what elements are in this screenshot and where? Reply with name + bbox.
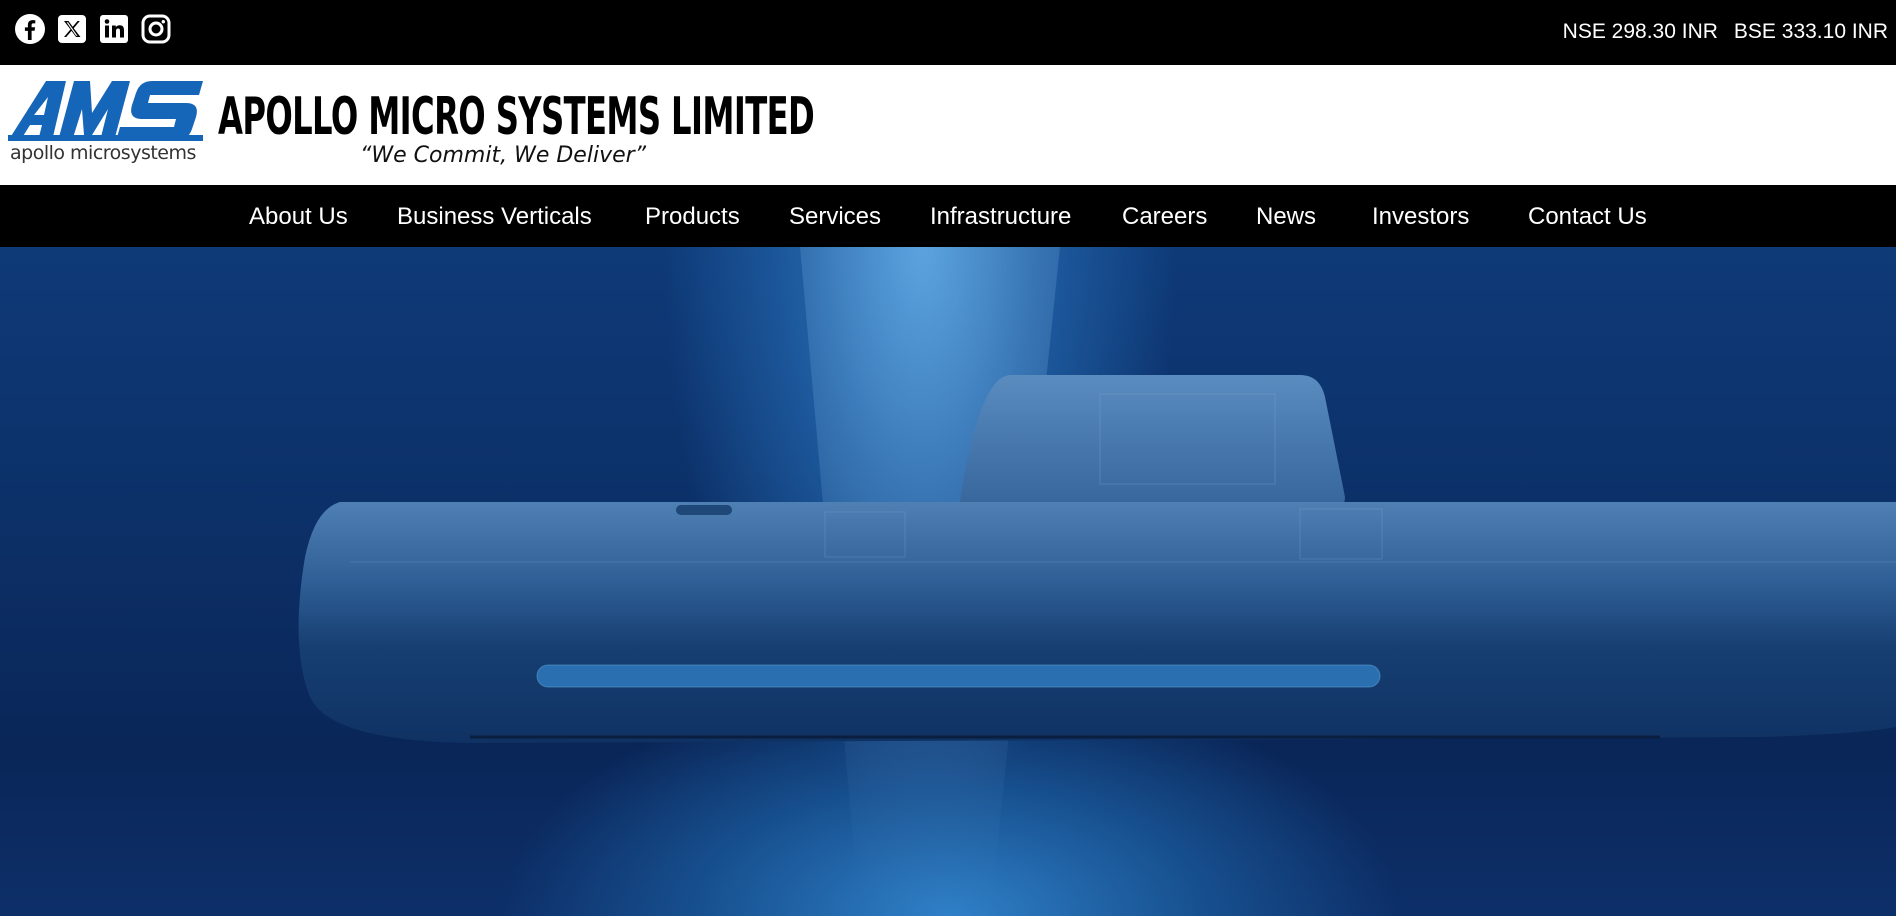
main-nav: About Us Business Verticals Products Ser… [0, 185, 1896, 247]
top-bar: NSE 298.30 INR BSE 333.10 INR [0, 0, 1896, 65]
nav-item-products[interactable]: Products [645, 203, 740, 231]
facebook-icon[interactable] [14, 13, 46, 45]
social-links [14, 13, 172, 45]
nav-item-investors[interactable]: Investors [1372, 203, 1469, 231]
site-header: apollo microsystems APOLLO MICRO SYSTEMS… [0, 65, 1896, 185]
nav-item-careers[interactable]: Careers [1122, 203, 1207, 231]
hero-banner [0, 247, 1896, 916]
submarine-image [298, 247, 1896, 916]
nav-item-about-us[interactable]: About Us [249, 203, 348, 231]
nav-item-business-verticals[interactable]: Business Verticals [397, 203, 592, 231]
company-name: APOLLO MICRO SYSTEMS LIMITED [218, 87, 815, 147]
x-twitter-icon[interactable] [56, 13, 88, 45]
instagram-icon[interactable] [140, 13, 172, 45]
nav-item-contact-us[interactable]: Contact Us [1528, 203, 1647, 231]
linkedin-icon[interactable] [98, 13, 130, 45]
logo-subtext: apollo microsystems [10, 142, 196, 164]
tagline: “We Commit, We Deliver” [360, 143, 647, 168]
nav-item-infrastructure[interactable]: Infrastructure [930, 203, 1071, 231]
nav-item-services[interactable]: Services [789, 203, 881, 231]
stock-prices: NSE 298.30 INR BSE 333.10 INR [1563, 20, 1888, 44]
bse-price: BSE 333.10 INR [1733, 20, 1888, 43]
nse-price: NSE 298.30 INR [1562, 20, 1718, 43]
nav-item-news[interactable]: News [1256, 203, 1316, 231]
